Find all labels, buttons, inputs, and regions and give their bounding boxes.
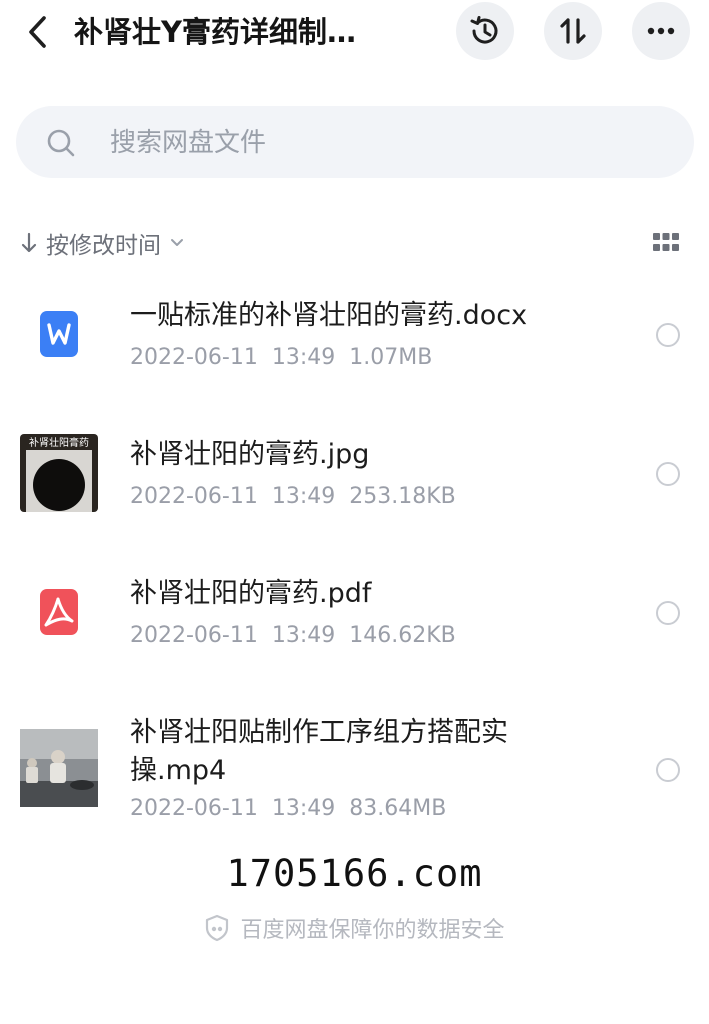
image-thumbnail: 补肾壮阳膏药 [20, 434, 98, 512]
pdf-file-icon [40, 589, 78, 635]
sort-button[interactable] [544, 2, 602, 60]
search-input[interactable] [108, 106, 672, 180]
file-name: 补肾壮阳的膏药.pdf [130, 578, 372, 609]
select-radio[interactable] [656, 323, 680, 347]
history-button[interactable] [456, 2, 514, 60]
file-name: 一贴标准的补肾壮阳的膏药.docx [130, 300, 528, 331]
file-meta: 2022-06-11 13:49 1.07MB [130, 345, 433, 370]
sort-icon [560, 18, 586, 44]
select-radio[interactable] [656, 462, 680, 486]
arrow-down-icon [21, 232, 37, 253]
sort-bar: 按修改时间 [20, 222, 690, 264]
folder-title: 补肾壮Y膏药详细制… [74, 15, 356, 49]
select-radio[interactable] [656, 758, 680, 782]
chevron-left-icon [29, 16, 46, 48]
back-button[interactable] [18, 12, 58, 52]
search-bar[interactable] [16, 106, 694, 180]
video-thumbnail [20, 729, 98, 807]
sort-label: 按修改时间 [46, 233, 161, 259]
thumbnail-caption: 补肾壮阳膏药 [29, 436, 89, 449]
footer-text: 百度网盘保障你的数据安全 [240, 918, 505, 943]
more-button[interactable] [632, 2, 690, 60]
security-footer: 百度网盘保障你的数据安全 [0, 910, 709, 946]
file-row-docx[interactable]: 一贴标准的补肾壮阳的膏药.docx 2022-06-11 13:49 1.07M… [0, 275, 709, 395]
search-icon [47, 129, 75, 157]
select-radio[interactable] [656, 601, 680, 625]
file-row-pdf[interactable]: 补肾壮阳的膏药.pdf 2022-06-11 13:49 146.62KB [0, 553, 709, 673]
file-meta: 2022-06-11 13:49 253.18KB [130, 484, 456, 509]
more-icon [647, 27, 675, 35]
file-row-mp4[interactable]: 补肾壮阳贴制作工序组方搭配实操.mp4 2022-06-11 13:49 83.… [0, 692, 709, 842]
file-row-jpg[interactable]: 补肾壮阳膏药 补肾壮阳的膏药.jpg 2022-06-11 13:49 253.… [0, 414, 709, 534]
file-name: 补肾壮阳的膏药.jpg [130, 439, 370, 470]
file-meta: 2022-06-11 13:49 83.64MB [130, 796, 447, 821]
sort-by-modified-button[interactable]: 按修改时间 [20, 222, 185, 264]
file-name: 补肾壮阳贴制作工序组方搭配实操.mp4 [130, 717, 508, 786]
grid-view-icon[interactable] [652, 231, 680, 255]
top-bar: 补肾壮Y膏药详细制… [0, 0, 709, 70]
watermark-text: 1705166.com [226, 852, 483, 895]
word-file-icon [40, 311, 78, 357]
history-icon [470, 16, 498, 44]
chevron-down-icon [171, 239, 183, 246]
file-meta: 2022-06-11 13:49 146.62KB [130, 623, 456, 648]
shield-icon [206, 914, 229, 942]
